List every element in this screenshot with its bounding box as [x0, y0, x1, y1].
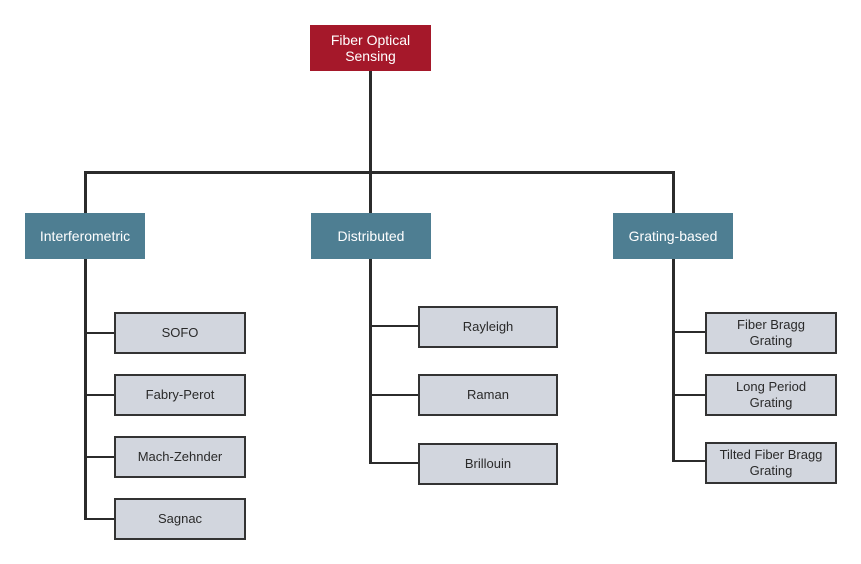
- leaf-mach-zehnder: Mach-Zehnder: [114, 436, 246, 478]
- leaf-tilted-fiber-bragg-grating: Tilted Fiber Bragg Grating: [705, 442, 837, 484]
- interferometric-trunk: [84, 258, 87, 520]
- leaf-fiber-bragg-grating: Fiber Bragg Grating: [705, 312, 837, 354]
- connector-mach-zehnder: [84, 456, 114, 458]
- leaf-label: Mach-Zehnder: [137, 449, 223, 464]
- root-node: Fiber Optical Sensing: [310, 25, 431, 71]
- leaf-brillouin: Brillouin: [418, 443, 558, 485]
- leaf-label: SOFO: [161, 325, 199, 340]
- connector-tilted-fbg: [672, 460, 706, 462]
- leaf-label: Rayleigh: [462, 319, 514, 334]
- category-interferometric: Interferometric: [25, 213, 145, 259]
- root-connector: [369, 70, 372, 213]
- category-distributed: Distributed: [311, 213, 431, 259]
- leaf-label: Sagnac: [157, 511, 203, 526]
- connector-long-period: [672, 394, 706, 396]
- leaf-label: Tilted Fiber Bragg Grating: [719, 447, 823, 478]
- interferometric-drop: [84, 171, 87, 213]
- leaf-label: Fabry-Perot: [145, 387, 215, 402]
- grating-trunk: [672, 258, 675, 462]
- grating-drop: [672, 171, 675, 213]
- category-label: Distributed: [337, 228, 405, 244]
- category-label: Grating-based: [628, 228, 718, 244]
- leaf-long-period-grating: Long Period Grating: [705, 374, 837, 416]
- connector-brillouin: [369, 462, 419, 464]
- connector-fiber-bragg: [672, 331, 706, 333]
- connector-sofo: [84, 332, 114, 334]
- leaf-label: Long Period Grating: [735, 379, 807, 410]
- leaf-rayleigh: Rayleigh: [418, 306, 558, 348]
- category-bus: [84, 171, 675, 174]
- root-label: Fiber Optical Sensing: [330, 32, 411, 64]
- connector-rayleigh: [369, 325, 419, 327]
- connector-raman: [369, 394, 419, 396]
- category-label: Interferometric: [39, 228, 131, 244]
- leaf-sagnac: Sagnac: [114, 498, 246, 540]
- category-grating-based: Grating-based: [613, 213, 733, 259]
- connector-fabry-perot: [84, 394, 114, 396]
- leaf-label: Raman: [467, 387, 509, 402]
- leaf-sofo: SOFO: [114, 312, 246, 354]
- leaf-fabry-perot: Fabry-Perot: [114, 374, 246, 416]
- leaf-label: Brillouin: [464, 456, 512, 471]
- leaf-label: Fiber Bragg Grating: [737, 317, 805, 348]
- connector-sagnac: [84, 518, 114, 520]
- distributed-trunk: [369, 258, 372, 464]
- leaf-raman: Raman: [418, 374, 558, 416]
